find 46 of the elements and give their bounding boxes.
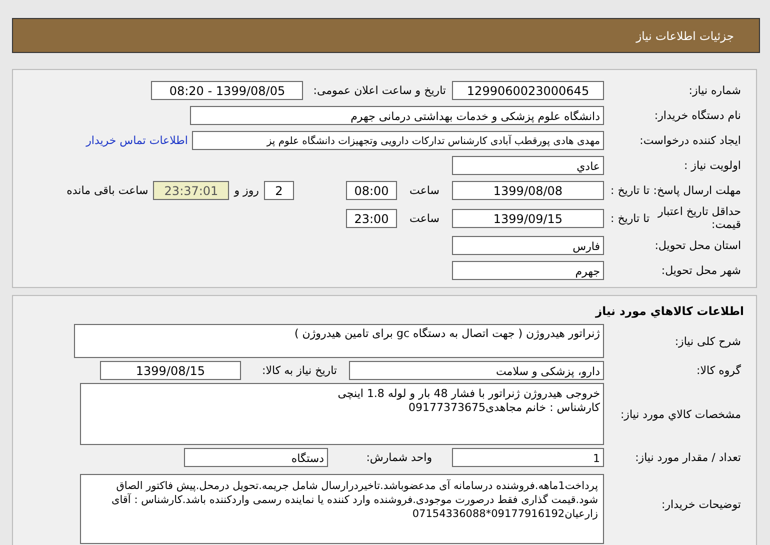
time-label: ساعت	[408, 212, 440, 224]
days-label: روز و	[232, 184, 260, 197]
field-label: نام دستگاه خریدار:	[653, 109, 742, 122]
field-label: استان محل تحویل:	[654, 239, 742, 252]
validity-time-field: 23:00	[346, 208, 397, 228]
field-label: مشخصات کالاي مورد نیاز:	[619, 408, 742, 420]
need-date-field: 1399/08/15	[100, 361, 241, 380]
field-label: تا تاریخ :	[610, 212, 650, 224]
buyer-notes-field: پرداخت1ماهه.فروشنده درسامانه آی مدعضوباشد.تاخیردرارسال شامل جریمه.تحویل درمحل.پیش فاکتور الصاق شود.قیمت گذاری فقط درصورت موجودی.فروشنده وارد کننده یا نماینده رسمی واردکننده باشد.کارشناس : آقای زارعیان09177916192*07154336088	[80, 474, 604, 544]
deadline-time-field: 08:00	[346, 181, 397, 200]
field-label: شرح کلی نیاز:	[674, 334, 742, 348]
field-label: تاریخ و ساعت اعلان عمومی:	[312, 84, 447, 97]
requester-field: مهدی هادی پورقطب آبادی کارشناس تدارکات دارویی وتجهیزات دانشگاه علوم پز	[192, 131, 604, 150]
unit-field: دستگاه	[184, 448, 328, 467]
buyer-field: دانشگاه علوم پزشکی و خدمات بهداشتی درمانی جهرم	[190, 106, 604, 125]
remaining-label: ساعت باقی مانده	[66, 184, 150, 197]
field-label: حداقل تاریخ اعتبار قیمت:	[656, 204, 742, 232]
validity-date-field: 1399/09/15	[452, 208, 604, 228]
field-label: شهر محل تحویل:	[660, 264, 742, 277]
field-label: توضیحات خریدار:	[660, 497, 742, 511]
deadline-date-field: 1399/08/08	[452, 181, 604, 200]
field-label: واحد شمارش:	[365, 451, 433, 464]
field-label: اولویت نیاز :	[682, 159, 742, 172]
buyer-contact-link[interactable]: اطلاعات تماس خریدار	[86, 134, 188, 147]
announce-date-field: 1399/08/05 - 08:20	[151, 81, 304, 100]
quantity-field: 1	[452, 448, 604, 467]
time-label: ساعت	[408, 184, 440, 197]
field-label: گروه کالا:	[696, 364, 742, 377]
need-number-field: 1299060023000645	[452, 81, 604, 100]
field-label: مهلت ارسال پاسخ:	[656, 184, 742, 197]
remaining-time-field: 23:37:01	[153, 181, 230, 200]
days-field: 2	[264, 181, 294, 200]
field-label: تعداد / مقدار مورد نیاز:	[634, 451, 742, 464]
province-field: فارس	[452, 236, 604, 255]
section-title: اطلاعات کالاهاي مورد نیاز	[594, 304, 745, 318]
page-title: جزئیات اطلاعات نیاز	[636, 28, 734, 42]
specs-line: کارشناس : خانم مجاهدی09177373675	[408, 401, 600, 415]
city-field: جهرم	[452, 261, 604, 280]
field-label: ایجاد کننده درخواست:	[638, 134, 742, 147]
field-label: شماره نیاز:	[688, 84, 742, 97]
specs-line: خروجی هیدروژن ژنراتور با فشار 48 بار و لوله 1.8 اینچی	[336, 387, 600, 401]
summary-field: ژنراتور هیدروژن ( جهت اتصال به دستگاه gc برای تامین هیدروژن )	[74, 324, 604, 358]
goods-group-field: دارو، پزشکی و سلامت	[349, 361, 604, 380]
field-label: تاریخ نیاز به کالا:	[261, 364, 338, 377]
priority-field: عادي	[452, 156, 604, 175]
field-label: تا تاریخ :	[610, 184, 650, 197]
